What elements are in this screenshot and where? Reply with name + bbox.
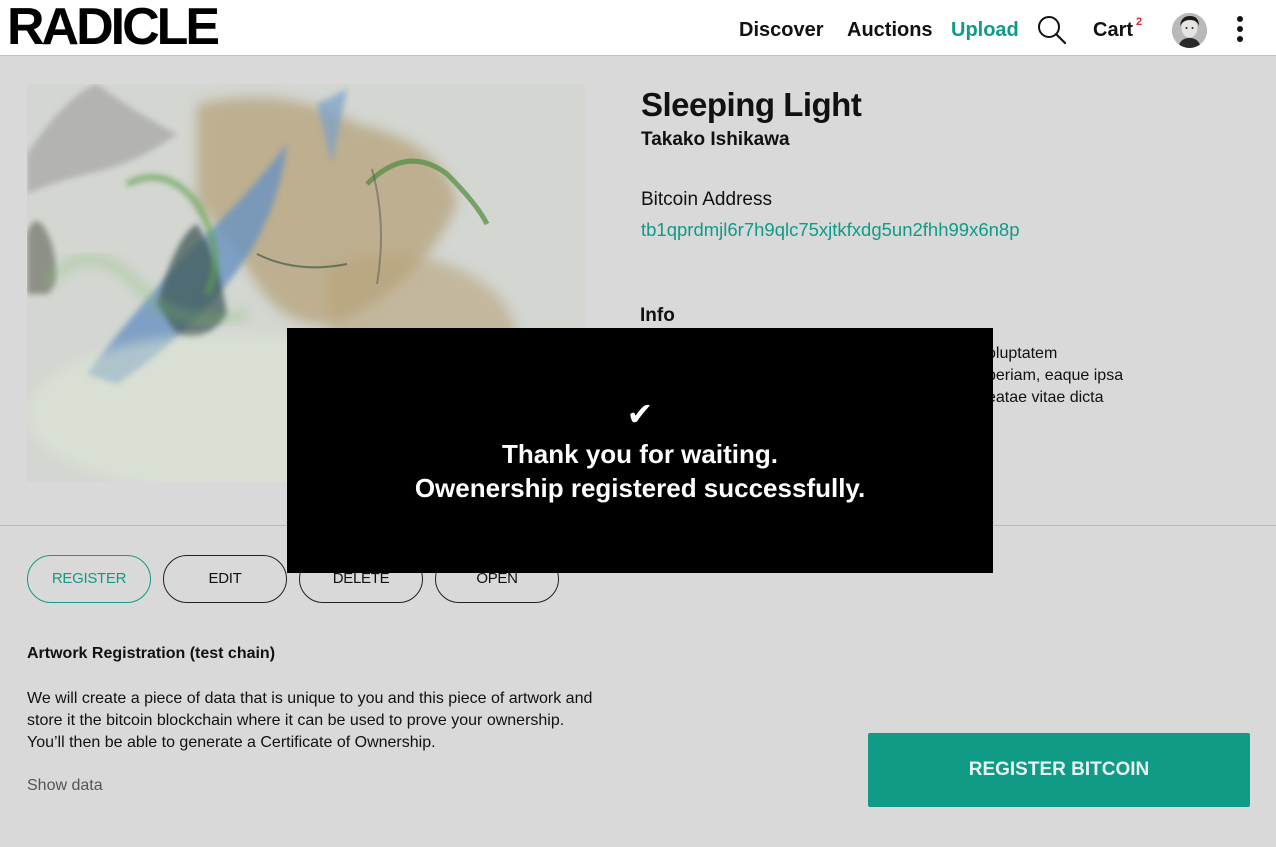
nav-discover[interactable]: Discover — [739, 18, 824, 42]
avatar[interactable] — [1172, 13, 1207, 48]
register-button[interactable]: REGISTER — [27, 555, 151, 603]
success-message-line: Owenership registered successfully. — [414, 473, 866, 503]
nav-cart[interactable]: Cart — [1093, 18, 1133, 42]
register-bitcoin-button[interactable]: REGISTER BITCOIN — [868, 733, 1250, 807]
registration-line: store it the bitcoin blockchain where it… — [27, 712, 565, 729]
check-icon: ✔ — [626, 396, 654, 432]
artwork-title: Sleeping Light — [641, 86, 862, 123]
registration-line: You’ll then be able to generate a Certif… — [27, 734, 436, 751]
cart-count-badge: 2 — [1136, 16, 1143, 28]
bitcoin-address-link[interactable]: tb1qprdmjl6r7h9qlc75xjtkfxdg5un2fhh99x6n… — [641, 219, 1020, 241]
success-modal: ✔ Thank you for waiting. Owenership regi… — [287, 328, 993, 573]
nav-auctions[interactable]: Auctions — [847, 18, 933, 42]
nav-upload[interactable]: Upload — [951, 18, 1019, 42]
registration-line: We will create a piece of data that is u… — [27, 690, 593, 707]
bitcoin-address-label: Bitcoin Address — [641, 189, 772, 210]
success-message: Thank you for waiting. Owenership regist… — [287, 437, 993, 505]
logo[interactable]: RADICLE — [7, 1, 220, 53]
top-header: RADICLE Discover Auctions Upload Cart 2 — [0, 0, 1276, 56]
show-data-link[interactable]: Show data — [27, 777, 103, 795]
artist-name[interactable]: Takako Ishikawa — [641, 129, 790, 151]
search-icon[interactable] — [1037, 15, 1067, 45]
registration-description: We will create a piece of data that is u… — [27, 688, 597, 754]
info-heading: Info — [640, 305, 675, 326]
edit-button[interactable]: EDIT — [163, 555, 287, 603]
registration-heading: Artwork Registration (test chain) — [27, 645, 276, 662]
success-message-line: Thank you for waiting. — [502, 439, 778, 469]
kebab-menu-icon[interactable] — [1232, 15, 1248, 43]
